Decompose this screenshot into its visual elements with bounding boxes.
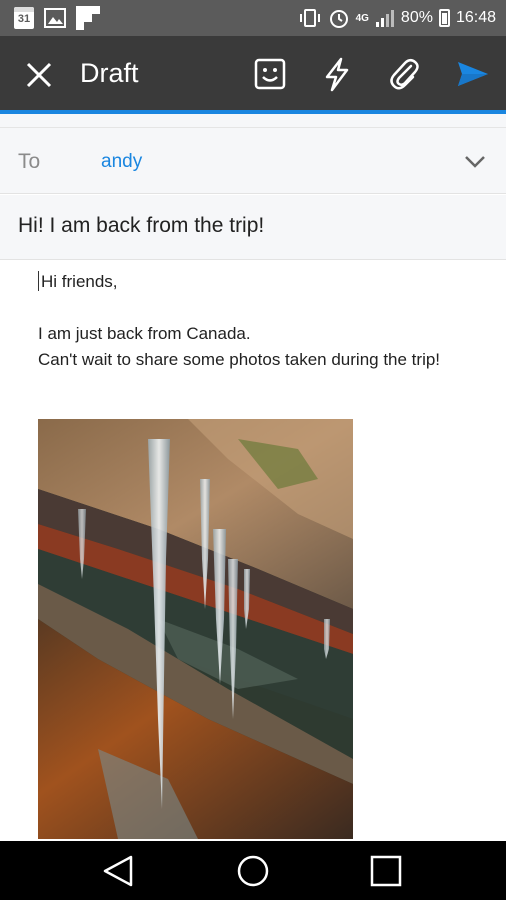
to-label: To xyxy=(18,150,41,173)
navigation-bar xyxy=(0,841,506,900)
body-line-2 xyxy=(38,295,458,321)
emoji-icon[interactable] xyxy=(250,54,290,94)
vibrate-icon xyxy=(299,9,320,27)
message-body[interactable]: Hi friends, I am just back from Canada. … xyxy=(0,261,506,841)
network-type: 4G xyxy=(355,12,369,24)
separator xyxy=(0,114,506,128)
status-time: 16:48 xyxy=(455,9,496,26)
compose-toolbar: Draft xyxy=(0,36,506,110)
send-icon[interactable] xyxy=(452,54,492,94)
status-left: 31 xyxy=(14,6,100,30)
back-icon[interactable] xyxy=(101,853,137,889)
battery-percent: 80% xyxy=(400,9,433,26)
body-greeting: Hi friends, xyxy=(41,272,118,291)
to-field-row[interactable]: To andy xyxy=(0,128,506,194)
flash-icon[interactable] xyxy=(317,54,357,94)
close-icon[interactable] xyxy=(22,58,56,92)
alarm-icon xyxy=(329,10,348,28)
toolbar-title: Draft xyxy=(80,58,139,88)
flipboard-icon xyxy=(76,6,100,30)
battery-icon xyxy=(438,9,450,27)
status-right: 4G 80% 16:48 xyxy=(298,7,496,29)
chevron-down-icon[interactable] xyxy=(462,148,488,174)
body-line-3: I am just back from Canada. xyxy=(38,324,251,343)
body-text[interactable]: Hi friends, I am just back from Canada. … xyxy=(38,269,458,373)
status-bar: 31 4G 80% 16:48 xyxy=(0,0,506,36)
image-icon xyxy=(44,8,66,28)
subject-field[interactable]: Hi! I am back from the trip! xyxy=(0,195,506,260)
signal-icon xyxy=(375,10,394,27)
text-cursor xyxy=(38,271,39,291)
home-icon[interactable] xyxy=(235,853,271,889)
attached-photo[interactable] xyxy=(38,419,353,839)
body-line-1: Hi friends, xyxy=(38,269,458,295)
calendar-icon: 31 xyxy=(14,7,34,29)
recipient-chip[interactable]: andy xyxy=(101,151,142,173)
attach-icon[interactable] xyxy=(384,54,424,94)
recent-apps-icon[interactable] xyxy=(368,853,404,889)
calendar-day: 31 xyxy=(17,13,31,25)
body-line-4: Can't wait to share some photos taken du… xyxy=(38,350,441,369)
subject-text[interactable]: Hi! I am back from the trip! xyxy=(18,214,264,238)
